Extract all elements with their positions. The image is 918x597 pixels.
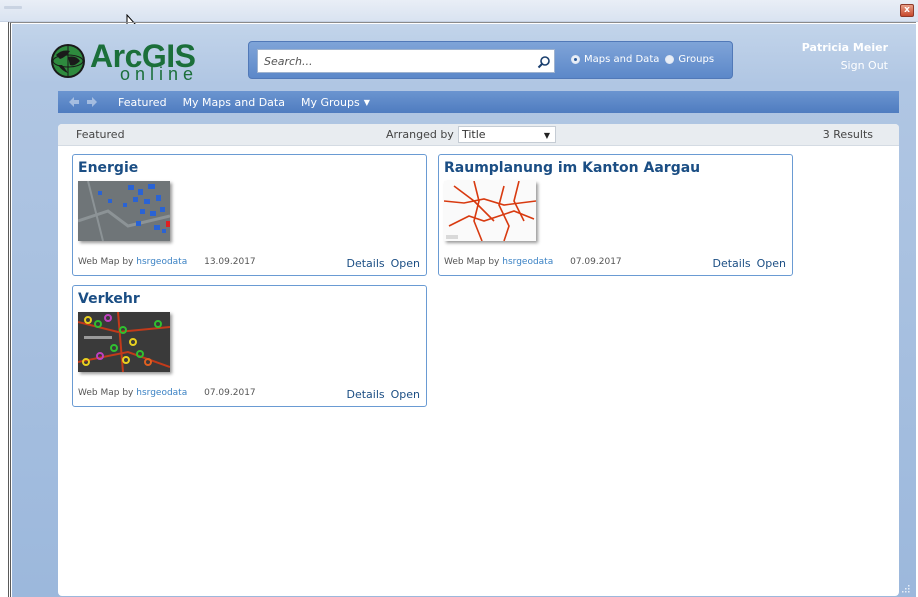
radio-maps-and-data[interactable]: [571, 55, 580, 64]
card-title[interactable]: Raumplanung im Kanton Aargau: [444, 160, 700, 176]
arcgis-app: ArcGIS online Maps and Data Groups Patri…: [12, 24, 916, 597]
open-link[interactable]: Open: [757, 257, 786, 270]
panel-header: Featured Arranged by Title ▼ 3 Results: [58, 124, 899, 146]
card-type: Web Map by: [78, 257, 134, 267]
nav-featured[interactable]: Featured: [118, 96, 167, 109]
radio-groups-label[interactable]: Groups: [678, 54, 714, 65]
globe-icon: [51, 44, 85, 78]
nav-my-groups-label: My Groups: [300, 95, 360, 109]
radio-groups[interactable]: [665, 55, 675, 64]
card-owner-link[interactable]: hsrgeodata: [136, 388, 187, 398]
sign-out-link[interactable]: Sign Out: [841, 59, 888, 72]
map-thumbnail[interactable]: [78, 181, 170, 241]
logo-subtext: online: [120, 64, 199, 84]
details-link[interactable]: Details: [712, 257, 750, 270]
results-count: 3 Results: [822, 128, 873, 141]
sort-select[interactable]: Title ▼: [458, 126, 556, 143]
card-actions: Details Open: [712, 257, 786, 270]
open-link[interactable]: Open: [391, 388, 420, 401]
card-meta: Web Map by hsrgeodata 13.09.2017: [78, 257, 256, 267]
nav-my-maps-and-data[interactable]: My Maps and Data: [183, 96, 285, 109]
card-title[interactable]: Verkehr: [78, 291, 140, 307]
card-date: 13.09.2017: [204, 257, 256, 267]
card-title[interactable]: Energie: [78, 160, 138, 176]
chevron-down-icon: ▼: [363, 97, 370, 107]
window-close-button[interactable]: x: [900, 4, 914, 17]
nav-bar: Featured My Maps and Data My Groups ▼: [58, 91, 899, 113]
map-thumbnail[interactable]: [78, 312, 170, 372]
card-type: Web Map by: [444, 257, 500, 267]
card-owner-link[interactable]: hsrgeodata: [502, 257, 553, 267]
dropdown-arrow-icon: ▼: [543, 131, 550, 140]
card-date: 07.09.2017: [570, 257, 622, 267]
details-link[interactable]: Details: [346, 388, 384, 401]
search-bar: Maps and Data Groups: [248, 41, 733, 79]
card-meta: Web Map by hsrgeodata 07.09.2017: [78, 388, 256, 398]
details-link[interactable]: Details: [346, 257, 384, 270]
map-thumbnail[interactable]: [444, 181, 536, 241]
map-card-raumplanung: Raumplanung im Kanton Aargau Web Map by …: [438, 154, 793, 276]
map-card-energie: Energie Web Map by hsrgeodata 13.09.2017…: [72, 154, 427, 276]
arranged-by-label: Arranged by: [386, 128, 454, 141]
search-icon[interactable]: [537, 55, 551, 69]
map-card-verkehr: Verkehr Web Map by hsrgeodata 07.09.2017…: [72, 285, 427, 407]
card-meta: Web Map by hsrgeodata 07.09.2017: [444, 257, 622, 267]
content-panel: Featured Arranged by Title ▼ 3 Results E…: [58, 124, 899, 596]
card-owner-link[interactable]: hsrgeodata: [136, 257, 187, 267]
nav-my-groups[interactable]: My Groups ▼: [301, 96, 370, 109]
open-link[interactable]: Open: [391, 257, 420, 270]
back-arrow-icon[interactable]: [68, 96, 80, 108]
arcgis-logo[interactable]: ArcGIS online: [50, 38, 210, 84]
sort-select-value: Title: [462, 128, 486, 141]
user-name: Patricia Meier: [801, 41, 888, 54]
card-type: Web Map by: [78, 388, 134, 398]
system-menu-icon[interactable]: [4, 6, 22, 9]
card-actions: Details Open: [346, 388, 420, 401]
search-input[interactable]: [257, 49, 555, 73]
search-scope-radio-group: Maps and Data Groups: [571, 54, 720, 65]
panel-title: Featured: [76, 128, 125, 141]
card-date: 07.09.2017: [204, 388, 256, 398]
radio-maps-and-data-label[interactable]: Maps and Data: [584, 54, 659, 65]
resize-grip-icon[interactable]: [900, 583, 910, 593]
card-actions: Details Open: [346, 257, 420, 270]
forward-arrow-icon[interactable]: [86, 96, 98, 108]
